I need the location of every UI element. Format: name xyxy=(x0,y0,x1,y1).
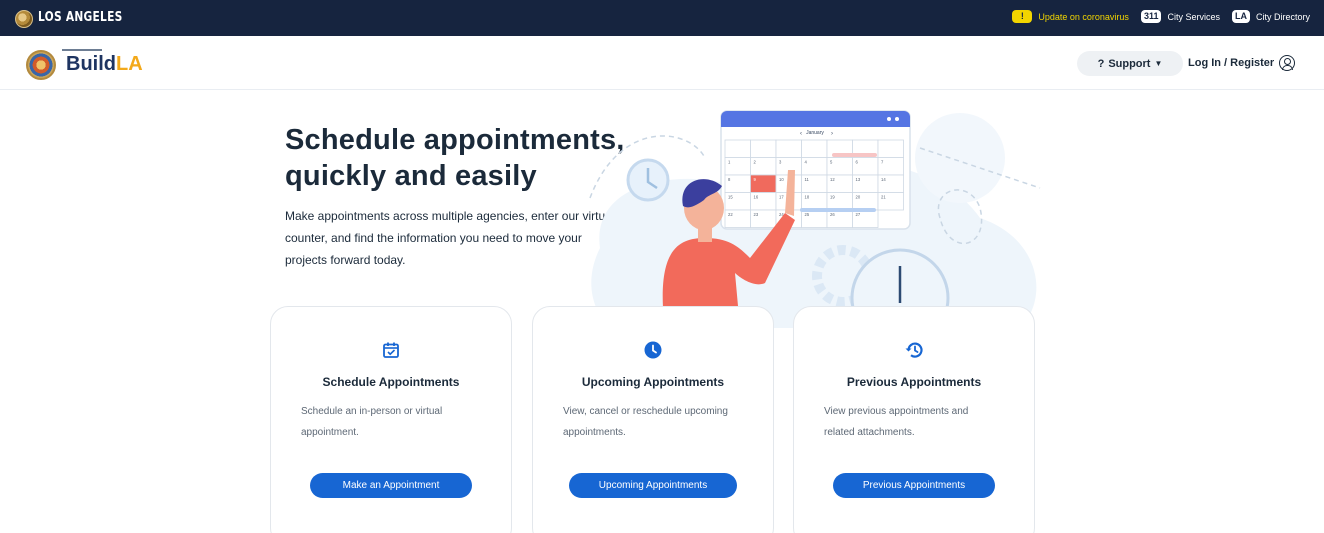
calendar-day-number: 17 xyxy=(779,195,784,200)
crane-icon xyxy=(62,49,102,52)
coronavirus-update-link[interactable]: Update on coronavirus xyxy=(1038,12,1129,22)
card-title: Previous Appointments xyxy=(846,375,982,389)
calendar-next-arrow: › xyxy=(831,131,833,137)
calendar-widget: ‹ January › 1 2 3 4 5 6 78 9 10 11 12 13 1415 16 17 18 1… xyxy=(720,110,911,230)
card-description-line-2: related attachments. xyxy=(824,427,915,438)
card-description-line-1: Schedule an in-person or virtual xyxy=(301,406,443,417)
support-label: Support xyxy=(1108,57,1151,70)
calendar-day-cell xyxy=(775,139,802,158)
previous-appointments-button[interactable]: Previous Appointments xyxy=(833,473,995,498)
card-title: Upcoming Appointments xyxy=(581,375,725,389)
top-links: ! Update on coronavirus 311 City Service… xyxy=(1012,10,1310,23)
city-directory-badge: LA xyxy=(1231,10,1250,23)
caret-down-icon: ▼ xyxy=(1154,59,1163,68)
city-directory-link[interactable]: City Directory xyxy=(1256,12,1310,22)
calendar-day-number: 11 xyxy=(805,177,810,182)
card-description: View previous appointments and related a… xyxy=(824,401,1014,443)
calendar-grid: 1 2 3 4 5 6 78 9 10 11 12 13 1415 16 17 18 19 20 2122 23 24 2… xyxy=(724,139,904,228)
card-description: View, cancel or reschedule upcoming appo… xyxy=(563,401,753,443)
city-name[interactable]: LOS ANGELES xyxy=(38,10,123,25)
alert-icon: ! xyxy=(1012,10,1033,23)
user-icon xyxy=(1279,55,1296,71)
card-title: Schedule Appointments xyxy=(322,375,460,389)
brand-suffix: LA xyxy=(116,53,143,75)
calendar-day-number: 18 xyxy=(805,195,810,200)
support-dropdown[interactable]: ? Support ▼ xyxy=(1077,51,1183,76)
history-icon xyxy=(905,342,923,358)
card-description-line-1: View previous appointments and xyxy=(824,406,969,417)
calendar-day-number: 16 xyxy=(754,195,759,200)
calendar-day-number: 21 xyxy=(881,195,886,200)
calendar-day-number: 22 xyxy=(728,212,733,217)
buildla-seal-icon xyxy=(26,50,56,80)
city-top-bar: LOS ANGELES ! Update on coronavirus 311 … xyxy=(0,0,1324,36)
calendar-day-number: 13 xyxy=(856,177,861,182)
calendar-day-cell xyxy=(750,139,777,158)
card-upcoming-appointments: Upcoming Appointments View, cancel or re… xyxy=(532,306,774,533)
calendar-prev-arrow: ‹ xyxy=(800,131,802,137)
card-previous-appointments: Previous Appointments View previous appo… xyxy=(793,306,1035,533)
calendar-day-number: 20 xyxy=(856,195,861,200)
make-appointment-button[interactable]: Make an Appointment xyxy=(310,473,472,498)
login-register-link[interactable]: Log In / Register xyxy=(1188,55,1296,71)
calendar-day-cell xyxy=(877,139,904,158)
calendar-event-bar xyxy=(832,153,877,157)
calendar-day-number: 15 xyxy=(728,195,733,200)
buildla-logo[interactable]: BuildLA xyxy=(66,53,143,76)
card-schedule-appointments: Schedule Appointments Schedule an in-per… xyxy=(270,306,512,533)
brand-prefix: Build xyxy=(66,53,116,75)
calendar-day-number: 10 xyxy=(779,177,784,182)
card-description-line-2: appointment. xyxy=(301,427,359,438)
calendar-day-number: 23 xyxy=(754,212,759,217)
question-icon: ? xyxy=(1097,57,1105,70)
card-description-line-2: appointments. xyxy=(563,427,626,438)
calendar-day-number: 26 xyxy=(830,212,835,217)
calendar-day-cell xyxy=(801,139,828,158)
calendar-event-bar-blue xyxy=(800,208,876,212)
background-circle xyxy=(915,113,1005,203)
city-seal-icon xyxy=(15,10,33,28)
city-services-badge: 311 xyxy=(1140,10,1162,23)
upcoming-appointments-button[interactable]: Upcoming Appointments xyxy=(569,473,737,498)
calendar-day-number: 12 xyxy=(830,177,835,182)
hero-illustration: ‹ January › 1 2 3 4 5 6 78 9 10 11 12 13 1415 16 17 18 1… xyxy=(589,110,1041,328)
calendar-day-number: 19 xyxy=(830,195,835,200)
card-description: Schedule an in-person or virtual appoint… xyxy=(301,401,491,443)
calendar-day-cell xyxy=(724,139,751,158)
city-services-link[interactable]: City Services xyxy=(1167,12,1220,22)
calendar-day-number: 25 xyxy=(805,212,810,217)
calendar-month: January xyxy=(806,130,824,136)
card-description-line-1: View, cancel or reschedule upcoming xyxy=(563,406,728,417)
calendar-day-number: 27 xyxy=(856,212,861,217)
login-label: Log In / Register xyxy=(1188,57,1275,69)
clock-icon xyxy=(644,341,662,359)
site-header: BuildLA ? Support ▼ Log In / Register xyxy=(0,36,1324,90)
calendar-day-number: 14 xyxy=(881,177,886,182)
calendar-check-icon xyxy=(383,342,399,358)
